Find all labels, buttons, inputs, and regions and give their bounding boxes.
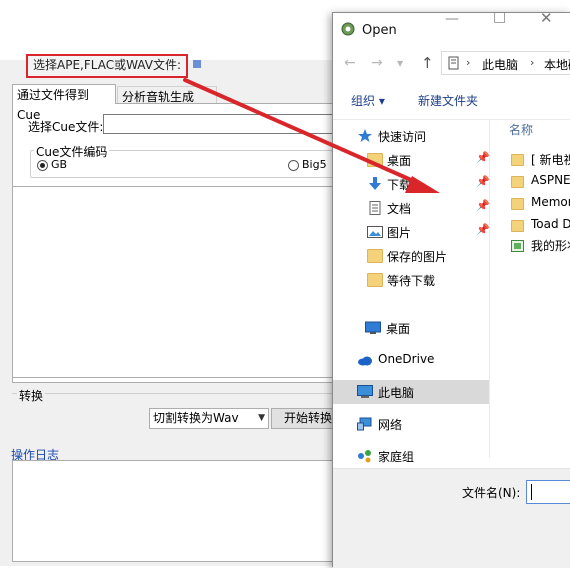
dialog-title: Open: [362, 23, 397, 38]
column-header-name[interactable]: 名称: [509, 121, 533, 138]
convert-group-title: 转换: [17, 387, 46, 404]
encoding-big5-radio[interactable]: [288, 160, 299, 171]
convert-mode-select[interactable]: 切割转换为Wav ▼: [149, 408, 269, 429]
list-item[interactable]: Toad Data: [509, 215, 570, 237]
log-textarea[interactable]: [12, 460, 344, 562]
cue-file-input[interactable]: [103, 114, 343, 134]
address-bar[interactable]: › 此电脑 › 本地磁: [441, 51, 570, 75]
nav-item-downloads[interactable]: 下载 📌: [333, 172, 490, 196]
nav-desktop-label: 桌面: [386, 322, 411, 336]
folder-icon: [511, 176, 524, 188]
file-name: ASPNET: [531, 173, 570, 187]
nav-this-pc-label: 此电脑: [378, 386, 415, 400]
up-arrow-icon[interactable]: ↑: [421, 54, 434, 72]
nav-item-label: 下载: [387, 178, 412, 192]
nav-network-label: 网络: [378, 418, 403, 432]
maximize-icon[interactable]: □: [493, 9, 506, 25]
nav-item-saved-pictures[interactable]: 保存的图片: [333, 244, 489, 268]
forward-arrow-icon[interactable]: →: [371, 55, 383, 71]
list-item[interactable]: Memory: [509, 193, 570, 215]
nav-homegroup-label: 家庭组: [378, 450, 415, 464]
nav-this-pc[interactable]: 此电脑: [333, 380, 489, 404]
nav-network[interactable]: 网络: [333, 412, 489, 436]
nav-item-label: 保存的图片: [387, 250, 448, 264]
nav-item-pending-downloads[interactable]: 等待下载: [333, 268, 489, 292]
nav-item-label: 等待下载: [387, 274, 436, 288]
nav-item-label: 文档: [387, 202, 412, 216]
convert-mode-value: 切割转换为Wav: [153, 411, 239, 425]
desktop-icon: [365, 321, 381, 335]
organize-menu-button[interactable]: 组织 ▾: [351, 92, 385, 109]
file-name: [ 新电视: [531, 153, 570, 167]
computer-icon: [448, 56, 459, 70]
breadcrumb-separator-icon[interactable]: ›: [530, 56, 534, 69]
folder-icon: [367, 249, 383, 263]
cloud-icon: [357, 353, 373, 367]
library-icon: [511, 240, 524, 252]
chevron-down-icon: ▼: [258, 413, 265, 423]
start-convert-button[interactable]: 开始转换: [271, 408, 341, 429]
browse-indicator-icon: [193, 60, 201, 68]
network-icon: [357, 417, 373, 431]
pin-icon[interactable]: 📌: [476, 151, 490, 164]
star-icon: [357, 129, 373, 143]
new-folder-button[interactable]: 新建文件夹: [418, 92, 478, 109]
pictures-icon: [367, 225, 383, 239]
dialog-titlebar[interactable]: Open — □ ✕: [333, 9, 570, 49]
close-icon[interactable]: ✕: [540, 9, 553, 27]
encoding-big5-label: Big5: [302, 158, 327, 171]
list-item[interactable]: ASPNET: [509, 171, 570, 193]
nav-item-label: 桌面: [387, 154, 412, 168]
recent-locations-icon[interactable]: ▼: [397, 59, 403, 68]
folder-icon: [511, 220, 524, 232]
file-name: Toad Data: [531, 217, 570, 231]
browse-audio-file-button[interactable]: 选择APE,FLAC或WAV文件:: [26, 54, 188, 78]
tab-cue-from-file[interactable]: 通过文件得到Cue: [12, 84, 116, 122]
nav-item-documents[interactable]: 文档 📌: [333, 196, 490, 220]
encoding-gb-radio[interactable]: [37, 160, 48, 171]
app-icon: [341, 22, 355, 36]
file-name: 我的形状: [531, 239, 570, 253]
nav-item-desktop[interactable]: 桌面 📌: [333, 148, 490, 172]
list-item[interactable]: 我的形状: [509, 235, 570, 257]
minimize-icon[interactable]: —: [445, 11, 459, 27]
nav-quick-access-label: 快速访问: [378, 130, 427, 144]
tab-generate-cue[interactable]: 分析音轨生成Cue: [117, 86, 217, 124]
window-top-area: [0, 0, 340, 60]
breadcrumb-separator-icon[interactable]: ›: [466, 56, 470, 69]
nav-onedrive[interactable]: OneDrive: [333, 348, 489, 372]
encoding-gb-label: GB: [51, 158, 68, 171]
nav-item-pictures[interactable]: 图片 📌: [333, 220, 490, 244]
download-arrow-icon: [367, 177, 383, 191]
nav-quick-access[interactable]: 快速访问: [333, 124, 489, 148]
pin-icon[interactable]: 📌: [476, 199, 490, 212]
document-icon: [368, 201, 384, 215]
desktop-folder-icon: [367, 153, 383, 167]
folder-icon: [511, 154, 524, 166]
filename-label: 文件名(N):: [462, 486, 521, 500]
breadcrumb-this-pc[interactable]: 此电脑: [482, 56, 518, 73]
text-caret: [531, 484, 532, 500]
computer-icon: [357, 385, 373, 399]
filename-input[interactable]: [526, 480, 570, 504]
nav-item-label: 图片: [387, 226, 412, 240]
nav-onedrive-label: OneDrive: [378, 352, 435, 366]
folder-icon: [367, 273, 383, 287]
open-file-dialog: Open — □ ✕ ← → ▼ ↑ › 此电脑 › 本地磁 组织 ▾ 新建文件…: [332, 9, 570, 568]
nav-homegroup[interactable]: 家庭组: [333, 444, 489, 468]
folder-icon: [511, 198, 524, 210]
pin-icon[interactable]: 📌: [476, 175, 490, 188]
back-arrow-icon[interactable]: ←: [344, 55, 356, 71]
encoding-group-title: Cue文件编码: [34, 143, 110, 160]
nav-desktop[interactable]: 桌面: [333, 316, 489, 340]
track-list-area[interactable]: [12, 186, 344, 378]
breadcrumb-local-disk[interactable]: 本地磁: [544, 56, 570, 73]
homegroup-icon: [357, 449, 373, 463]
cue-tool-window: 选择APE,FLAC或WAV文件: 通过文件得到Cue 分析音轨生成Cue 选择…: [0, 0, 354, 566]
list-item[interactable]: [ 新电视: [509, 149, 570, 171]
file-name: Memory: [531, 195, 570, 209]
pin-icon[interactable]: 📌: [476, 223, 490, 236]
